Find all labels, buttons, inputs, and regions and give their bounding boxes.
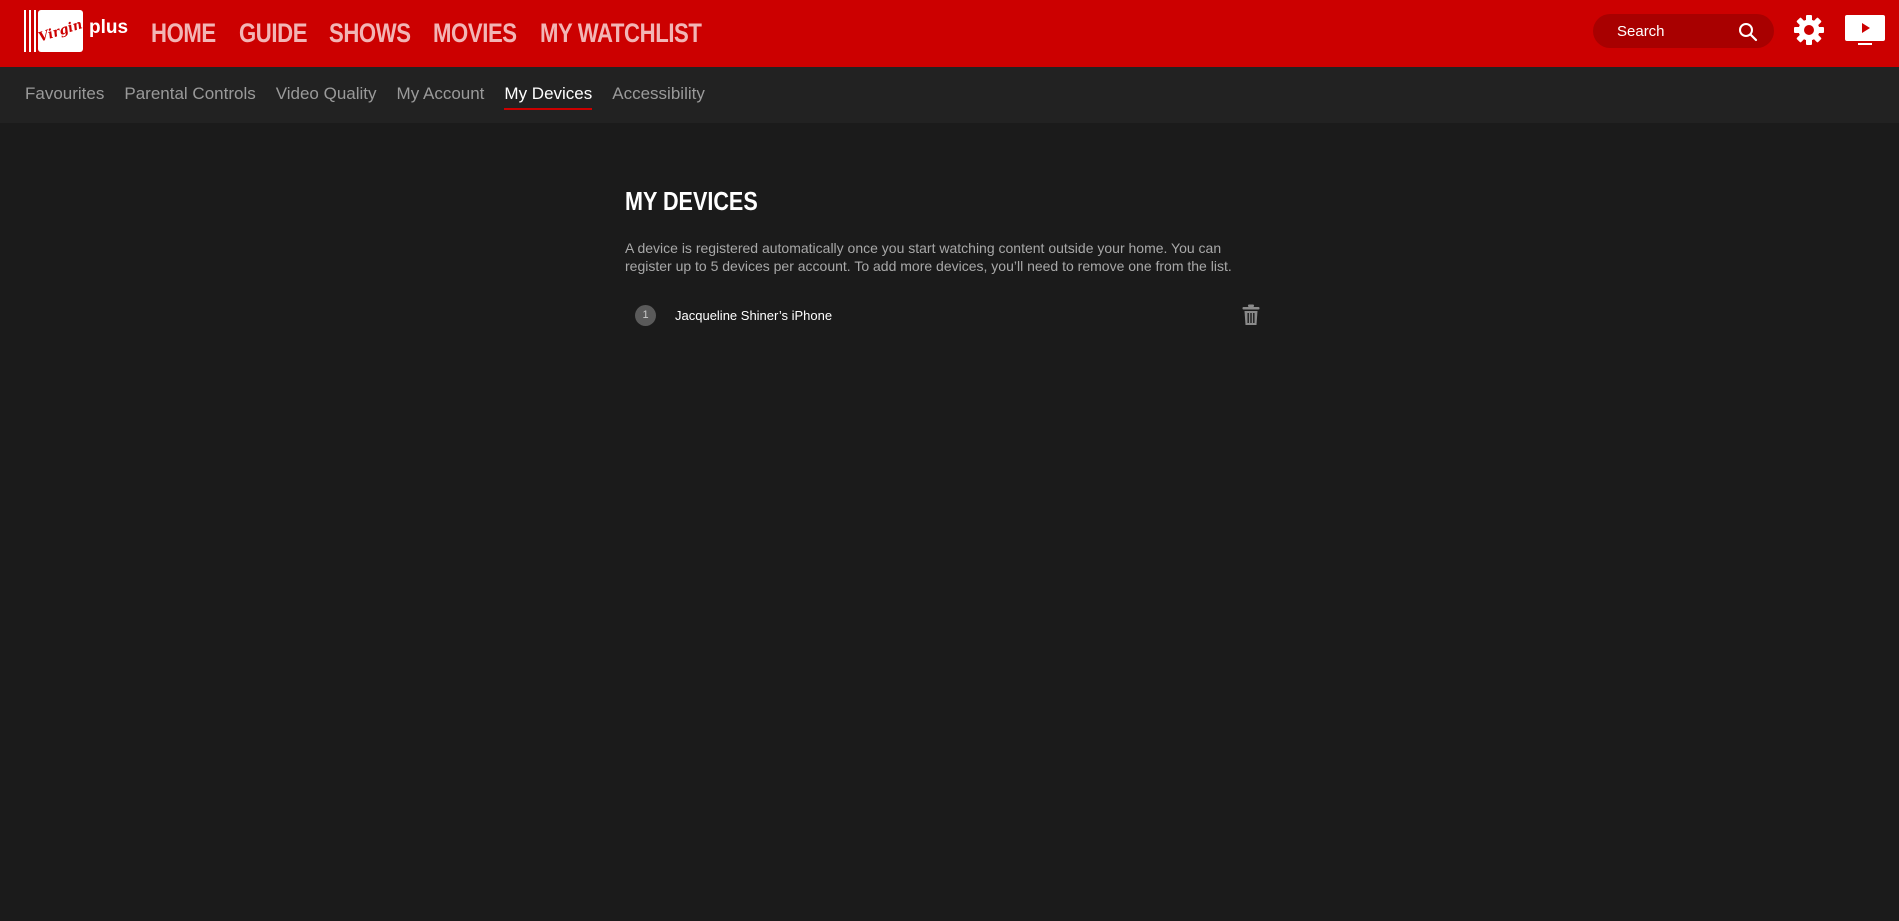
tab-my-account[interactable]: My Account [397, 84, 485, 108]
nav-home[interactable]: HOME [151, 15, 216, 51]
tab-favourites[interactable]: Favourites [25, 84, 104, 108]
nav-guide[interactable]: GUIDE [239, 15, 307, 51]
tv-icon[interactable] [1844, 13, 1886, 47]
page-title: MY DEVICES [625, 186, 758, 216]
settings-subnav: Favourites Parental Controls Video Quali… [0, 67, 1899, 123]
tab-accessibility[interactable]: Accessibility [612, 84, 705, 108]
logo-text: Virgin [36, 16, 85, 46]
tab-parental-controls[interactable]: Parental Controls [124, 84, 255, 108]
logo-suffix: plus [89, 17, 129, 38]
search-box[interactable] [1593, 14, 1774, 48]
my-devices-panel: MY DEVICES A device is registered automa… [625, 185, 1265, 330]
logo-stripes [24, 10, 36, 52]
nav-movies[interactable]: MOVIES [433, 15, 517, 51]
gear-icon[interactable] [1793, 14, 1825, 46]
logo-mark: Virgin [36, 10, 85, 52]
search-input[interactable] [1615, 21, 1735, 41]
top-header: Virgin plus HOME GUIDE SHOWS MOVIES MY W… [0, 0, 1899, 67]
device-name: Jacqueline Shiner’s iPhone [675, 307, 833, 323]
nav-shows[interactable]: SHOWS [329, 15, 411, 51]
trash-icon[interactable] [1242, 304, 1260, 326]
tab-my-devices[interactable]: My Devices [504, 84, 592, 110]
nav-my-watchlist[interactable]: MY WATCHLIST [540, 15, 702, 51]
subnav-items: Favourites Parental Controls Video Quali… [25, 84, 725, 110]
device-index-badge: 1 [635, 304, 656, 326]
page-description: A device is registered automatically onc… [625, 240, 1232, 274]
device-row: 1 Jacqueline Shiner’s iPhone [625, 300, 1265, 330]
tab-video-quality[interactable]: Video Quality [276, 84, 377, 108]
search-icon[interactable] [1738, 22, 1758, 42]
virgin-plus-logo[interactable]: Virgin plus [24, 10, 128, 52]
